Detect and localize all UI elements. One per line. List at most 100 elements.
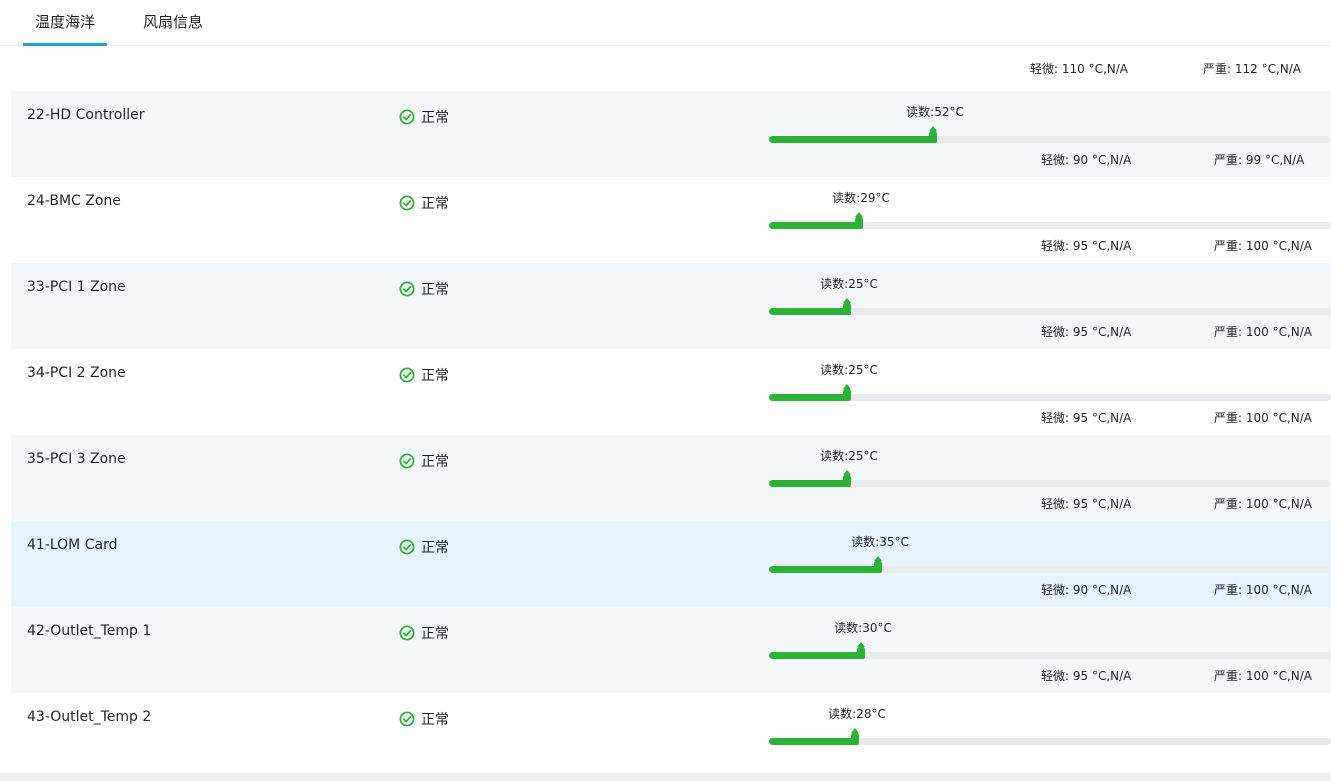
temperature-gauge: 读数:30°C 轻微: 95 °C,N/A 严重: 100 °C,N/A [769,619,1331,689]
sensor-row[interactable]: 34-PCI 2 Zone 正常 读数:25°C 轻微: 95 °C,N/A 严重: 1… [11,349,1331,435]
sensor-name: 34-PCI 2 Zone [27,365,126,381]
minor-threshold: 轻微: 110 °C,N/A [1030,62,1128,76]
sensor-status: 正常 [399,279,449,299]
gauge-track [769,212,1331,229]
minor-threshold: 轻微: 95 °C,N/A [1041,497,1132,511]
minor-threshold: 轻微: 95 °C,N/A [1041,669,1132,683]
status-label: 正常 [421,196,449,212]
tab-fan-info[interactable]: 风扇信息 [131,0,215,46]
sensor-status: 正常 [399,451,449,471]
gauge-track [769,298,1331,315]
gauge-fill [769,738,857,745]
gauge-fill [769,566,880,573]
major-threshold: 严重: 100 °C,N/A [1214,669,1312,683]
sensor-name: 24-BMC Zone [27,193,121,209]
major-threshold: 严重: 100 °C,N/A [1214,497,1312,511]
reading-label: 读数:28°C [828,707,886,721]
major-threshold: 严重: 100 °C,N/A [1214,239,1312,253]
reading-label: 读数:29°C [832,191,890,205]
gauge-marker [855,212,863,229]
check-circle-icon [399,711,415,727]
tab-bar: 温度海洋 风扇信息 [0,0,1331,46]
sensor-status: 正常 [399,623,449,643]
check-circle-icon [399,625,415,641]
check-circle-icon [399,453,415,469]
major-threshold: 严重: 112 °C,N/A [1203,62,1301,76]
sensor-row[interactable]: 33-PCI 1 Zone 正常 读数:25°C 轻微: 95 °C,N/A 严重: 1… [11,263,1331,349]
gauge-marker [851,728,859,745]
gauge-track [769,728,1331,745]
temperature-gauge: 读数:28°C轻微: 95 °C,N/A严重: 100 °C,N/A [769,705,1331,753]
sensor-status: 正常 [399,365,449,385]
check-circle-icon [399,367,415,383]
gauge-track [769,642,1331,659]
sensor-row[interactable]: 24-BMC Zone 正常 读数:29°C 轻微: 95 °C,N/A 严重: 100… [11,177,1331,263]
sensor-list: 22-HD Controller 正常 读数:52°C 轻微: 90 °C,N/A 严重… [11,91,1331,753]
minor-threshold: 轻微: 90 °C,N/A [1041,583,1132,597]
sensor-status: 正常 [399,107,449,127]
status-label: 正常 [421,626,449,642]
temperature-gauge: 读数:25°C 轻微: 95 °C,N/A 严重: 100 °C,N/A [769,447,1331,517]
status-label: 正常 [421,540,449,556]
gauge-track [769,556,1331,573]
sensor-name: 42-Outlet_Temp 1 [27,623,152,639]
sensor-row[interactable]: 22-HD Controller 正常 读数:52°C 轻微: 90 °C,N/A 严重… [11,91,1331,177]
gauge-marker [843,298,851,315]
minor-threshold: 轻微: 90 °C,N/A [1041,153,1132,167]
gauge-fill [769,222,861,229]
check-circle-icon [399,109,415,125]
check-circle-icon [399,539,415,555]
status-label: 正常 [421,368,449,384]
temperature-gauge: 读数:35°C 轻微: 90 °C,N/A 严重: 100 °C,N/A [769,533,1331,603]
sensor-row[interactable]: 41-LOM Card 正常 读数:35°C 轻微: 90 °C,N/A 严重: 100… [11,521,1331,607]
gauge-track [769,470,1331,487]
sensor-row[interactable]: 42-Outlet_Temp 1 正常 读数:30°C 轻微: 95 °C,N/A 严重… [11,607,1331,693]
sensor-name: 22-HD Controller [27,107,145,123]
sensor-status: 正常 [399,709,449,729]
sensor-row[interactable]: 43-Outlet_Temp 2 正常 读数:28°C轻微: 95 °C,N/A严重… [11,693,1331,753]
sensor-name: 33-PCI 1 Zone [27,279,126,295]
check-circle-icon [399,281,415,297]
gauge-marker [843,384,851,401]
major-threshold: 严重: 99 °C,N/A [1214,153,1305,167]
sensor-row[interactable]: 35-PCI 3 Zone 正常 读数:25°C 轻微: 95 °C,N/A 严重: 1… [11,435,1331,521]
gauge-fill [769,480,849,487]
status-label: 正常 [421,454,449,470]
status-label: 正常 [421,110,449,126]
sensor-name: 35-PCI 3 Zone [27,451,126,467]
previous-row-thresholds: 轻微: 110 °C,N/A 严重: 112 °C,N/A [0,48,1331,91]
check-circle-icon [399,195,415,211]
minor-threshold: 轻微: 95 °C,N/A [1041,325,1132,339]
gauge-track [769,384,1331,401]
gauge-track [769,126,1331,143]
minor-threshold: 轻微: 95 °C,N/A [1041,411,1132,425]
status-label: 正常 [421,282,449,298]
sensor-name: 43-Outlet_Temp 2 [27,709,152,725]
temperature-gauge: 读数:25°C 轻微: 95 °C,N/A 严重: 100 °C,N/A [769,361,1331,431]
gauge-marker [843,470,851,487]
major-threshold: 严重: 100 °C,N/A [1214,411,1312,425]
tab-temperature[interactable]: 温度海洋 [23,0,107,46]
minor-threshold: 轻微: 95 °C,N/A [1041,239,1132,253]
reading-label: 读数:25°C [820,449,878,463]
sensor-name: 41-LOM Card [27,537,118,553]
reading-label: 读数:35°C [851,535,909,549]
major-threshold: 严重: 100 °C,N/A [1214,583,1312,597]
gauge-marker [874,556,882,573]
major-threshold: 严重: 100 °C,N/A [1214,325,1312,339]
reading-label: 读数:25°C [820,277,878,291]
reading-label: 读数:52°C [906,105,964,119]
gauge-fill [769,136,935,143]
temperature-gauge: 读数:25°C 轻微: 95 °C,N/A 严重: 100 °C,N/A [769,275,1331,345]
horizontal-scrollbar[interactable] [0,773,1331,781]
status-label: 正常 [421,712,449,728]
gauge-marker [857,642,865,659]
gauge-fill [769,394,849,401]
sensor-status: 正常 [399,193,449,213]
reading-label: 读数:30°C [834,621,892,635]
gauge-fill [769,308,849,315]
gauge-marker [929,126,937,143]
temperature-gauge: 读数:29°C 轻微: 95 °C,N/A 严重: 100 °C,N/A [769,189,1331,259]
sensor-status: 正常 [399,537,449,557]
reading-label: 读数:25°C [820,363,878,377]
